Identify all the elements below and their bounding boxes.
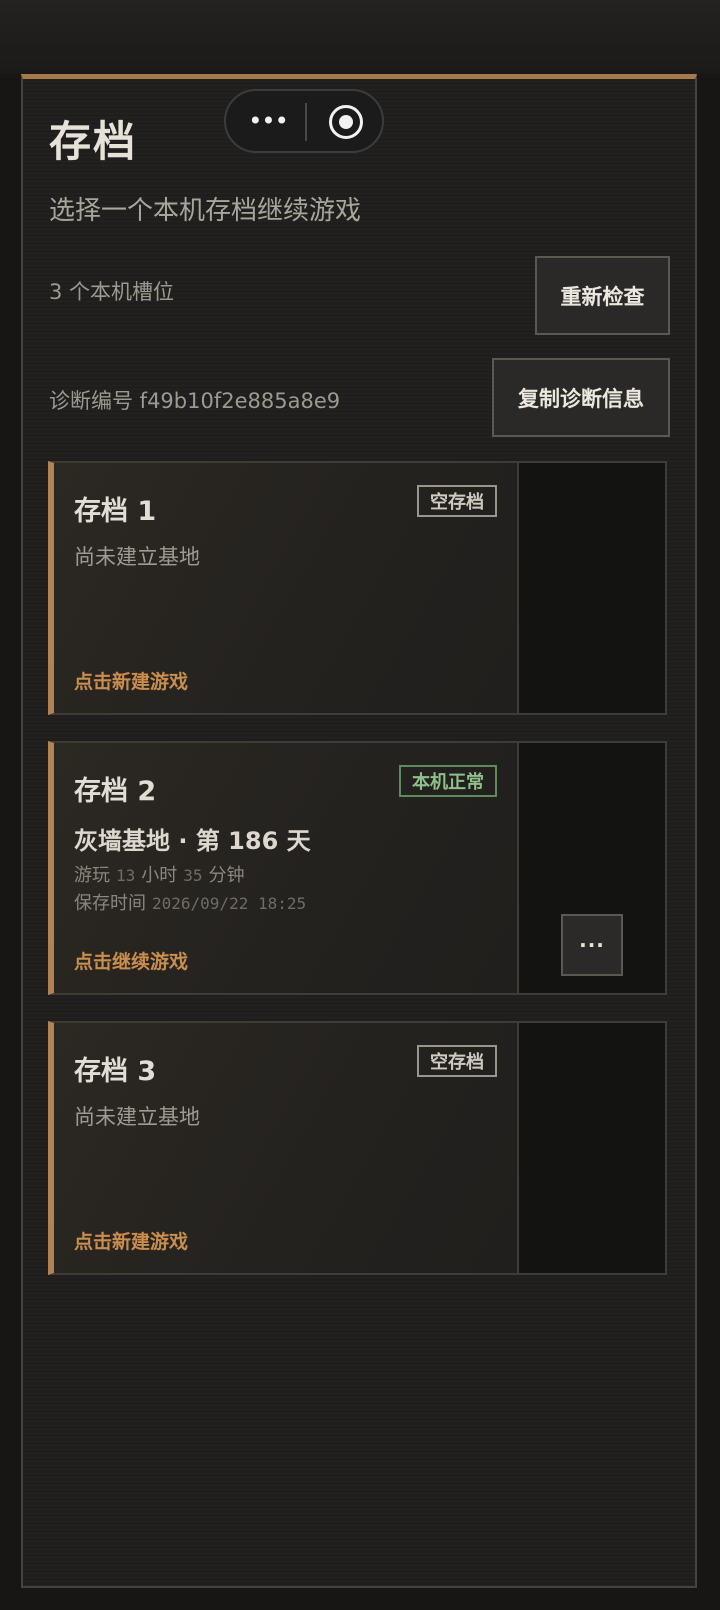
playtime-hours: 13 [116,866,136,885]
playtime-minutes: 35 [183,866,203,885]
new-game-action[interactable]: 点击新建游戏 [74,667,188,694]
diagnostic-id: 诊断编号 f49b10f2e885a8e9 [49,389,341,413]
target-circle-icon[interactable] [329,105,363,139]
recheck-button[interactable]: 重新检查 [535,256,670,335]
slot-count: 3 个本机槽位 [49,280,175,304]
copy-diagnostic-button[interactable]: 复制诊断信息 [492,358,670,437]
slot-description: 尚未建立基地 [74,1105,200,1129]
slot-preview-panel [517,1023,665,1273]
slot-name: 存档 3 [74,1056,157,1087]
slot-description: 尚未建立基地 [74,545,200,569]
save-slot-3[interactable]: 存档 3 空存档 尚未建立基地 点击新建游戏 [48,1021,667,1275]
page-subtitle: 选择一个本机存档继续游戏 [49,196,362,226]
playtime-line: 游玩 13 小时 35 分钟 [74,861,245,887]
page-title: 存档 [49,117,138,166]
saved-time-line: 保存时间 2026/09/22 18:25 [74,889,312,915]
status-badge: 空存档 [417,1045,497,1077]
slot-more-button[interactable]: ··· [561,914,623,976]
minutes-unit: 分钟 [208,865,245,886]
more-dots-icon[interactable]: ••• [248,103,288,139]
status-badge: 本机正常 [399,765,497,797]
capsule-divider [305,103,307,141]
mini-program-capsule: ••• [224,89,384,153]
status-badge: 空存档 [417,485,497,517]
status-area [0,0,720,74]
save-slot-1[interactable]: 存档 1 空存档 尚未建立基地 点击新建游戏 [48,461,667,715]
playtime-label: 游玩 [74,865,110,886]
saved-time-label: 保存时间 [74,893,146,914]
slot-name: 存档 1 [74,496,157,527]
slot-name: 存档 2 [74,776,157,807]
base-info: 灰墙基地 · 第 186 天 [74,827,311,855]
saved-time-value: 2026/09/22 18:25 [152,894,307,913]
save-slot-2[interactable]: 存档 2 本机正常 灰墙基地 · 第 186 天 游玩 13 小时 35 分钟 保存时间… [48,741,667,995]
hours-unit: 小时 [141,865,178,886]
new-game-action[interactable]: 点击新建游戏 [74,1227,188,1254]
slot-preview-panel [517,463,665,713]
continue-game-action[interactable]: 点击继续游戏 [74,947,188,974]
